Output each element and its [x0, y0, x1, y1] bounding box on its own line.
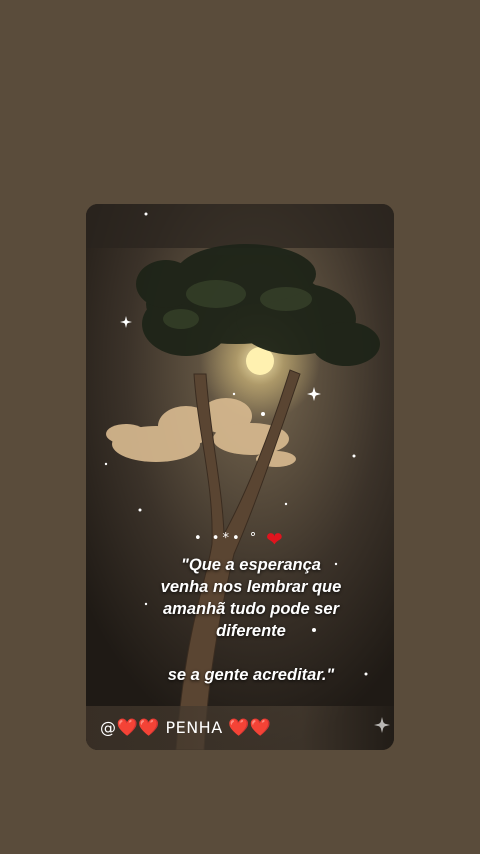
quote-line-1: "Que a esperança	[181, 556, 321, 574]
quote-line-2: venha nos lembrar que	[160, 578, 342, 596]
author-name: PENHA	[165, 718, 223, 737]
heart-icon: ❤	[266, 527, 286, 551]
at-sign: @	[100, 718, 117, 737]
quote-line-3: amanhã tudo pode ser	[162, 600, 340, 618]
quote-text: "Que a esperança venha nos lembrar que a…	[126, 554, 376, 686]
author-footer: @❤️❤️ PENHA ❤️❤️	[86, 706, 394, 750]
author-credit: @❤️❤️ PENHA ❤️❤️	[100, 718, 272, 738]
quote-line-5: se a gente acreditar."	[167, 666, 335, 684]
ornament: • •*• ° ❤	[194, 527, 294, 551]
heart-icon: ❤️❤️	[228, 718, 272, 738]
quote-line-4: diferente	[216, 622, 286, 640]
heart-icon: ❤️❤️	[116, 718, 160, 738]
image-card: • •*• ° ❤ "Que a esperança venha nos lem…	[86, 204, 394, 750]
ornament-text: • •*• °	[194, 531, 260, 546]
